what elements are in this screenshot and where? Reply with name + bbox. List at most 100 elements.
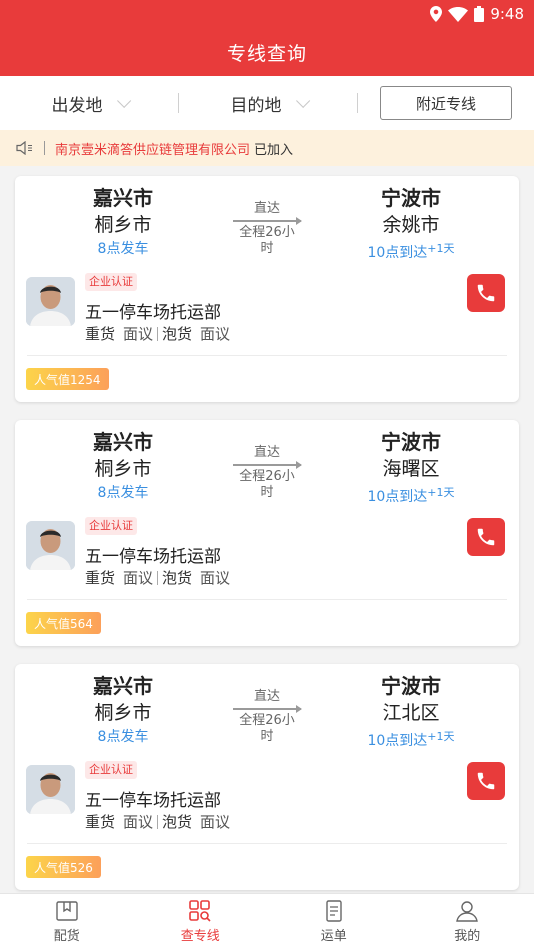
cargo-prices: 重货 面议 泡货 面议 (85, 567, 230, 588)
chevron-down-icon (116, 93, 131, 108)
wifi-icon (448, 6, 469, 22)
route-arrow-icon (233, 705, 302, 713)
direct-label: 直达 (253, 201, 280, 216)
line-list: 嘉兴市 桐乡市 8点发车 直达 全程26小时 宁波市 余姚市 10点到达+1天 … (0, 166, 534, 890)
heavy-label: 重货 (85, 325, 116, 343)
divider (157, 570, 159, 585)
to-filter[interactable]: 目的地 (179, 76, 357, 130)
heavy-price: 面议 (123, 325, 154, 343)
line-card[interactable]: 嘉兴市 桐乡市 8点发车 直达 全程26小时 宁波市 余姚市 10点到达+1天 … (15, 176, 519, 402)
map-icon (56, 900, 78, 921)
destination-city: 宁波市 (381, 674, 441, 698)
status-time: 9:48 (490, 5, 524, 23)
from-filter-label: 出发地 (51, 95, 103, 116)
phone-icon (477, 772, 495, 790)
destination-district: 余姚市 (382, 214, 440, 236)
certified-badge: 企业认证 (85, 517, 137, 535)
origin: 嘉兴市 桐乡市 8点发车 (63, 428, 183, 504)
light-label: 泡货 (162, 325, 193, 343)
destination-district: 江北区 (382, 702, 440, 724)
user-icon (456, 900, 479, 922)
bottom-tab-bar: 配货 查专线 运单 我的 (0, 893, 534, 949)
duration: 全程26小时 (239, 225, 295, 256)
origin-district: 桐乡市 (94, 214, 152, 236)
destination-city: 宁波市 (381, 186, 441, 210)
tab-dispatch[interactable]: 配货 (0, 894, 134, 949)
duration: 全程26小时 (239, 469, 295, 500)
route: 嘉兴市 桐乡市 8点发车 直达 全程26小时 宁波市 海曙区 10点到达+1天 (15, 428, 519, 516)
destination-district: 海曙区 (382, 458, 440, 480)
tab-label: 配货 (53, 928, 80, 944)
light-label: 泡货 (162, 813, 193, 831)
divider (27, 355, 507, 356)
grid-search-icon (189, 899, 211, 922)
cargo-prices: 重货 面议 泡货 面议 (85, 811, 230, 832)
location-icon (430, 6, 443, 22)
company-name: 五一停车场托运部 (85, 303, 221, 323)
tab-waybill[interactable]: 运单 (267, 894, 401, 949)
duration: 全程26小时 (239, 713, 295, 744)
filter-bar: 出发地 目的地 附近专线 (0, 76, 534, 130)
chevron-down-icon (295, 93, 310, 108)
line-card[interactable]: 嘉兴市 桐乡市 8点发车 直达 全程26小时 宁波市 江北区 10点到达+1天 … (15, 664, 519, 890)
popularity-badge: 人气值1254 (26, 368, 109, 390)
line-card[interactable]: 嘉兴市 桐乡市 8点发车 直达 全程26小时 宁波市 海曙区 10点到达+1天 … (15, 420, 519, 646)
arrive-time-text: 10点到达 (367, 245, 428, 261)
heavy-label: 重货 (85, 569, 116, 587)
tab-mine[interactable]: 我的 (401, 894, 534, 949)
tab-line-search[interactable]: 查专线 (134, 894, 268, 949)
call-button[interactable] (467, 762, 505, 800)
light-price: 面议 (200, 569, 231, 587)
direct-label: 直达 (253, 445, 280, 460)
origin-city: 嘉兴市 (93, 430, 153, 454)
tab-label: 运单 (320, 928, 347, 944)
avatar (26, 765, 75, 814)
divider (27, 843, 507, 844)
tab-label: 我的 (454, 928, 481, 944)
phone-icon (477, 528, 495, 546)
cargo-prices: 重货 面议 泡货 面议 (85, 323, 230, 344)
heavy-label: 重货 (85, 813, 116, 831)
destination-city: 宁波市 (381, 430, 441, 454)
nearby-lines-button[interactable]: 附近专线 (380, 86, 512, 120)
status-bar: 9:48 (0, 0, 534, 28)
route-arrow-icon (233, 217, 302, 225)
arrive-time: 10点到达+1天 (351, 238, 471, 264)
divider (44, 141, 45, 155)
light-price: 面议 (200, 325, 231, 343)
divider (157, 814, 159, 829)
company-name: 五一停车场托运部 (85, 547, 221, 567)
route-middle: 直达 全程26小时 (233, 201, 302, 257)
depart-time: 8点发车 (97, 241, 149, 257)
route-middle: 直达 全程26小时 (233, 689, 302, 745)
heavy-price: 面议 (123, 569, 154, 587)
depart-time: 8点发车 (97, 729, 149, 745)
call-button[interactable] (467, 518, 505, 556)
popularity-badge: 人气值564 (26, 612, 101, 634)
arrive-time: 10点到达+1天 (351, 482, 471, 508)
route: 嘉兴市 桐乡市 8点发车 直达 全程26小时 宁波市 江北区 10点到达+1天 (15, 672, 519, 760)
notice-company[interactable]: 南京壹米滴答供应链管理有限公司 (55, 139, 250, 158)
battery-icon (474, 6, 485, 22)
arrive-day-offset: +1天 (427, 730, 455, 743)
notice-bar: 南京壹米滴答供应链管理有限公司 已加入 (0, 130, 534, 166)
to-filter-label: 目的地 (230, 95, 282, 116)
speaker-icon (16, 141, 32, 155)
light-price: 面议 (200, 813, 231, 831)
direct-label: 直达 (253, 689, 280, 704)
call-button[interactable] (467, 274, 505, 312)
heavy-price: 面议 (123, 813, 154, 831)
destination: 宁波市 余姚市 10点到达+1天 (351, 184, 471, 264)
certified-badge: 企业认证 (85, 273, 137, 291)
route: 嘉兴市 桐乡市 8点发车 直达 全程26小时 宁波市 余姚市 10点到达+1天 (15, 184, 519, 272)
origin-city: 嘉兴市 (93, 674, 153, 698)
destination: 宁波市 江北区 10点到达+1天 (351, 672, 471, 752)
company-name: 五一停车场托运部 (85, 791, 221, 811)
from-filter[interactable]: 出发地 (0, 76, 178, 130)
destination: 宁波市 海曙区 10点到达+1天 (351, 428, 471, 508)
arrive-time-text: 10点到达 (367, 733, 428, 749)
popularity-badge: 人气值526 (26, 856, 101, 878)
origin: 嘉兴市 桐乡市 8点发车 (63, 184, 183, 260)
notice-suffix: 已加入 (254, 142, 294, 158)
divider (157, 326, 159, 341)
